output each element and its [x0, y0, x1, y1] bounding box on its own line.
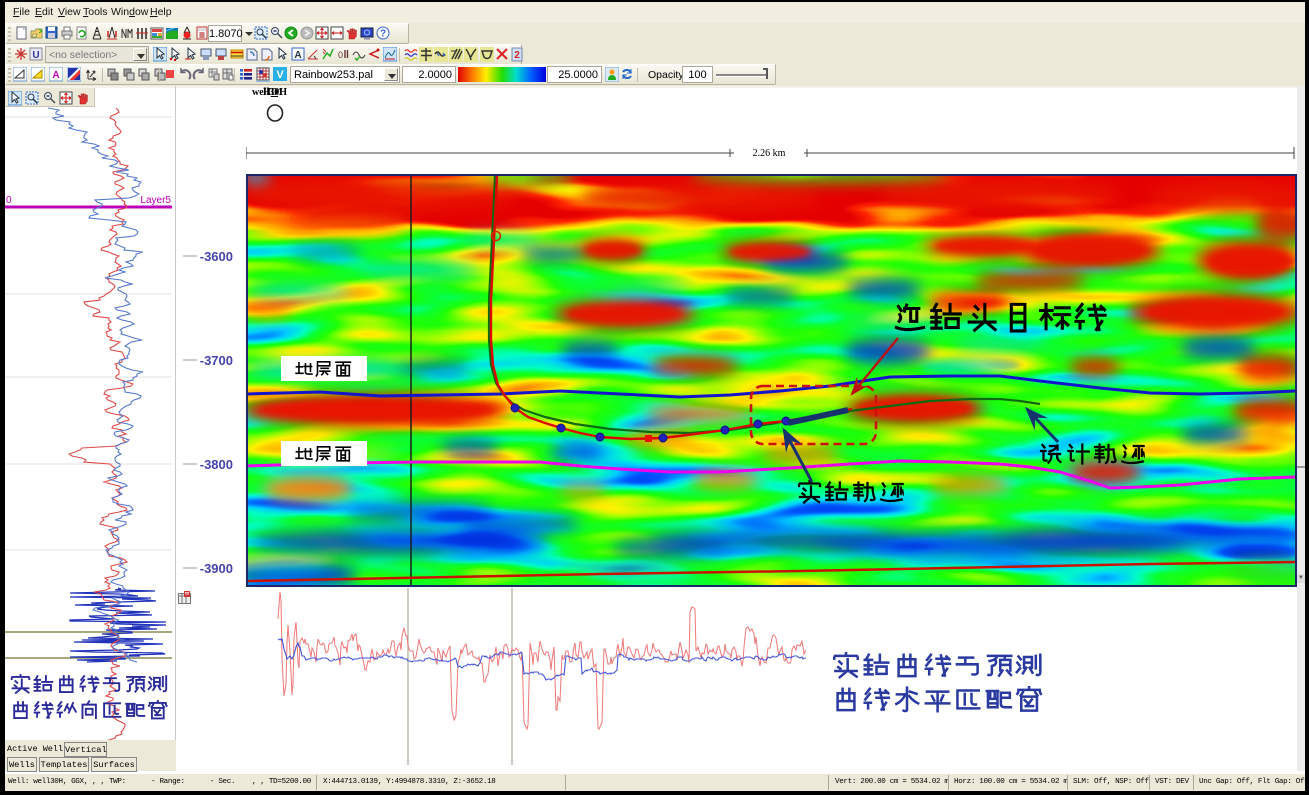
- svg-text:U: U: [32, 50, 39, 61]
- svg-text:V: V: [276, 69, 284, 81]
- svg-text:?: ?: [380, 29, 386, 40]
- svg-text:2: 2: [514, 50, 520, 61]
- svg-text:0: 0: [338, 50, 343, 60]
- svg-text:-3600: -3600: [200, 249, 233, 264]
- svg-text:Layer5: Layer5: [140, 195, 171, 206]
- svg-text:-3800: -3800: [200, 457, 233, 472]
- svg-text:0: 0: [6, 195, 12, 206]
- svg-text:2.26 km: 2.26 km: [753, 148, 786, 159]
- svg-text:A: A: [294, 50, 301, 61]
- svg-text:A: A: [52, 70, 59, 81]
- svg-text:-3700: -3700: [200, 353, 233, 368]
- svg-text:-3900: -3900: [200, 561, 233, 576]
